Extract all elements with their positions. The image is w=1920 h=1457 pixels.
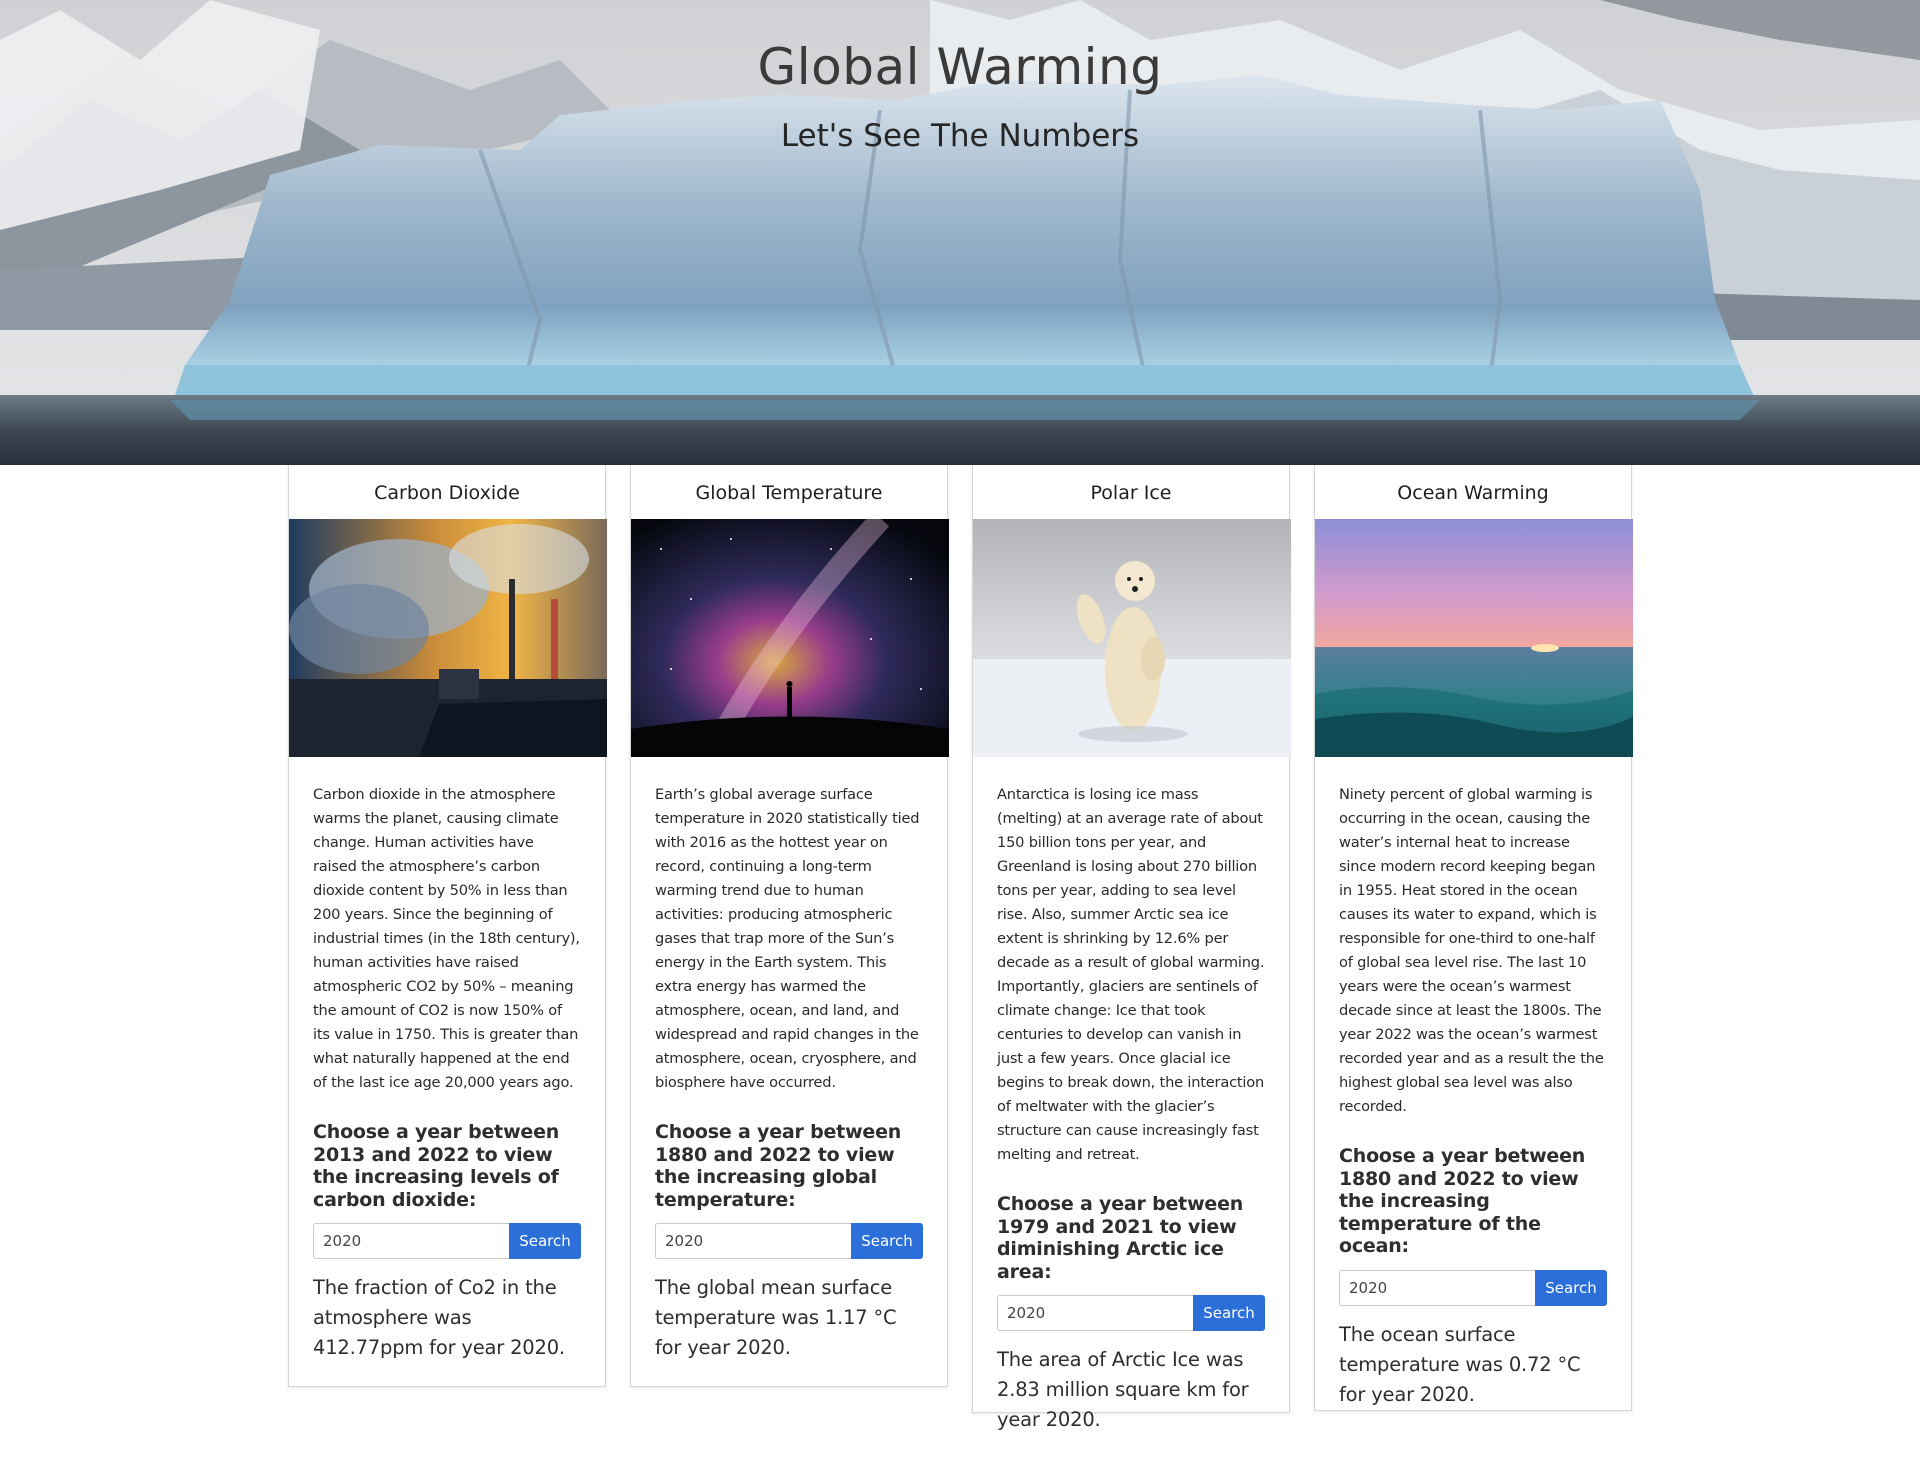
year-input[interactable]: [655, 1223, 851, 1259]
ocean-sunset-image: [1315, 519, 1633, 757]
polar-bear-on-ice-image: [973, 519, 1291, 757]
card-title: Ocean Warming: [1397, 482, 1549, 504]
card-body: Carbon dioxide in the atmosphere warms t…: [289, 757, 605, 1385]
card-description: Ninety percent of global warming is occu…: [1339, 786, 1604, 1115]
year-prompt: Choose a year between 1880 and 2022 to v…: [1339, 1145, 1586, 1257]
milky-way-night-sky-image: [631, 519, 949, 757]
card-body: Earth’s global average surface temperatu…: [631, 757, 947, 1385]
result-text: The fraction of Co2 in the atmosphere wa…: [313, 1276, 565, 1359]
carbon-dioxide-card: Carbon Dioxide Carbon dioxide in the atm…: [288, 465, 607, 1387]
year-prompt: Choose a year between 2013 and 2022 to v…: [313, 1121, 560, 1211]
year-search-form: Search: [313, 1223, 581, 1259]
global-temperature-card: Global Temperature Earth’s global averag…: [630, 465, 949, 1387]
hero-banner: Global Warming Let's See The Numbers: [0, 0, 1920, 465]
year-prompt: Choose a year between 1979 and 2021 to v…: [997, 1193, 1244, 1283]
card-description: Carbon dioxide in the atmosphere warms t…: [313, 786, 580, 1091]
year-search-form: Search: [655, 1223, 923, 1259]
card-description: Antarctica is losing ice mass (melting) …: [997, 786, 1265, 1163]
card-title: Polar Ice: [1090, 482, 1172, 504]
card-title: Carbon Dioxide: [374, 482, 520, 504]
year-input[interactable]: [1339, 1269, 1535, 1306]
year-input[interactable]: [997, 1295, 1193, 1331]
result-text: The global mean surface temperature was …: [655, 1276, 897, 1359]
year-search-form: Search: [1339, 1269, 1607, 1306]
search-button[interactable]: Search: [509, 1223, 581, 1259]
search-button[interactable]: Search: [1193, 1295, 1265, 1331]
page-subtitle: Let's See The Numbers: [780, 118, 1140, 154]
search-button[interactable]: Search: [1535, 1269, 1607, 1306]
page-title: Global Warming: [757, 38, 1163, 96]
polar-ice-card: Polar Ice Antarctica is losing ice mass …: [972, 465, 1291, 1431]
card-description: Earth’s global average surface temperatu…: [655, 786, 920, 1091]
result-text: The ocean surface temperature was 0.72 °…: [1339, 1322, 1581, 1406]
year-input[interactable]: [313, 1223, 509, 1259]
year-search-form: Search: [997, 1295, 1265, 1331]
card-body: Ninety percent of global warming is occu…: [1315, 757, 1631, 1432]
search-button[interactable]: Search: [851, 1223, 923, 1259]
factory-smokestacks-image: [289, 519, 607, 757]
card-title: Global Temperature: [695, 482, 883, 504]
year-prompt: Choose a year between 1880 and 2022 to v…: [655, 1121, 902, 1211]
ocean-warming-card: Ocean Warming Ninety percent of global w…: [1314, 465, 1633, 1411]
card-body: Antarctica is losing ice mass (melting) …: [973, 757, 1289, 1457]
result-text: The area of Arctic Ice was 2.83 million …: [997, 1348, 1249, 1431]
